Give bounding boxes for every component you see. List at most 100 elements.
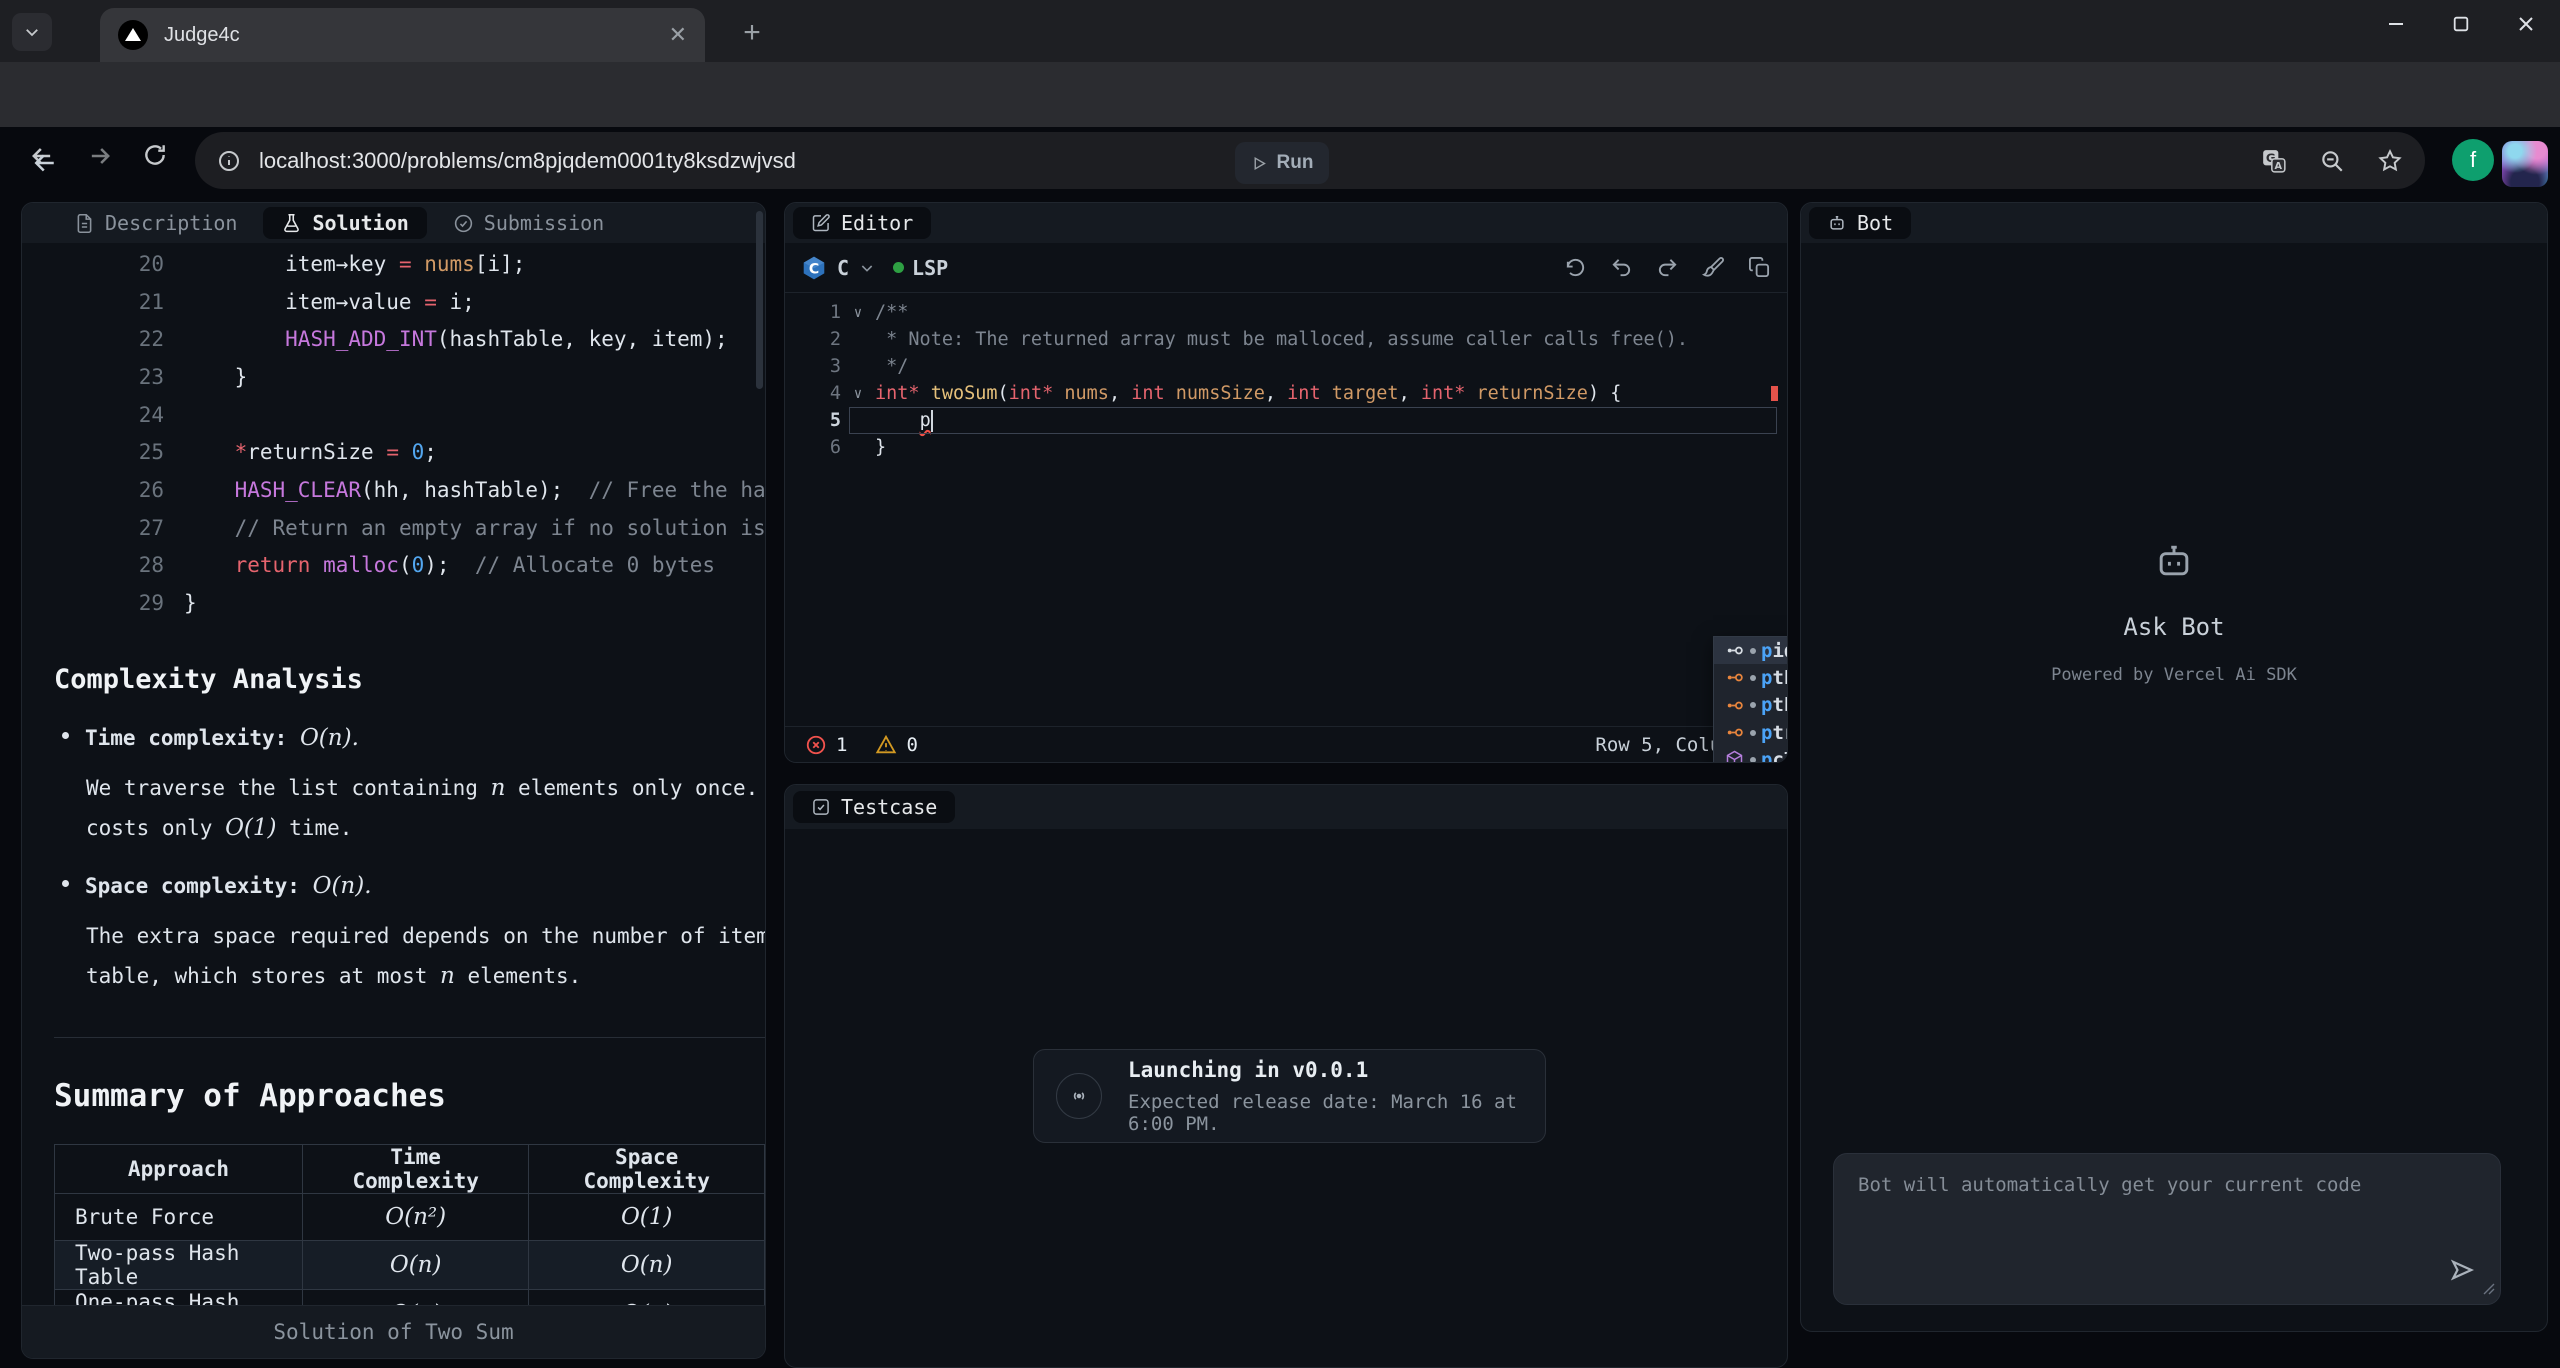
language-selector[interactable]: C [837,256,875,280]
table-cell: O(n²) [303,1193,529,1240]
window-minimize-button[interactable] [2386,14,2406,34]
resize-grip-icon[interactable] [2483,1280,2495,1299]
code-token: p [920,410,931,431]
autocomplete-item[interactable]: pthread_t [1714,692,1788,719]
tab-close-icon[interactable]: ✕ [669,22,687,48]
tab-submission[interactable]: Submission [435,207,622,239]
error-ruler-mark [1771,386,1778,401]
bookmark-star-icon[interactable] [2377,148,2403,174]
run-button[interactable]: Run [1235,142,1329,184]
page-back-button[interactable] [30,148,60,182]
robot-icon [1827,213,1847,233]
match-prefix: p [1761,640,1772,662]
code-line: 29} [22,584,765,622]
window-close-button[interactable] [2516,14,2536,34]
new-tab-button[interactable]: + [735,16,769,50]
function-icon [1722,749,1746,763]
browser-reload-button[interactable] [142,142,168,172]
code-token: = [424,290,437,314]
editor-code-line[interactable]: 4∨int* twoSum(int* nums, int numsSize, i… [785,380,1787,407]
complexity-body: Time complexity: O(n).We traverse the li… [54,725,765,991]
code-token: */ [875,356,908,377]
text-run: n [491,775,506,801]
autocomplete-item[interactable]: pclose(FILE *) [1714,746,1788,763]
window-maximize-button[interactable] [2452,15,2470,33]
column-header: Time Complexity [303,1144,529,1193]
tab-editor[interactable]: Editor [793,207,931,239]
editor-code-line[interactable]: 5 p [785,407,1787,434]
warning-count: 0 [906,734,917,756]
check-circle-icon [453,213,474,234]
tab-bot[interactable]: Bot [1809,207,1911,239]
code-token: 0 [412,440,425,464]
redo-button[interactable] [1656,256,1679,279]
editor-code-line[interactable]: 1∨/** [785,299,1787,326]
line-number: 3 [785,356,841,377]
problem-panel: Description Solution Submission 20 item→… [21,202,766,1359]
tab-solution[interactable]: Solution [263,207,426,239]
code-token: // Allocate 0 bytes [450,553,716,577]
translate-icon[interactable]: GA [2261,148,2287,174]
match-prefix: p [1761,667,1772,689]
autocomplete-item[interactable]: pthread_attr_t [1714,664,1788,691]
complexity-cell-value: O(n) [621,1252,673,1278]
reset-code-button[interactable] [1564,256,1587,279]
code-token: 0 [412,553,425,577]
line-number: 2 [785,329,841,350]
panel-scrollbar[interactable] [756,211,763,389]
code-token [1165,383,1176,404]
spacer [287,726,300,750]
code-text: */ [875,356,908,377]
browser-forward-button[interactable] [86,142,114,174]
undo-button[interactable] [1610,256,1633,279]
code-text: /** [875,302,908,323]
zoom-out-icon[interactable] [2319,148,2345,174]
code-token: ) { [1588,383,1621,404]
autocomplete-item[interactable]: pid_t [1714,637,1788,664]
editor-code-line[interactable]: 3 */ [785,353,1787,380]
checkbox-icon [811,797,831,817]
editor-panel: Editor C C LSP 1∨/**2 * Note: The return… [784,202,1788,763]
copy-code-button[interactable] [1748,256,1771,279]
code-line: 27 // Return an empty array if no soluti… [22,509,765,547]
broadcast-icon [1056,1073,1102,1119]
code-token: nums [1064,383,1109,404]
error-count: 1 [836,734,847,756]
line-number: 29 [22,591,164,615]
send-icon[interactable] [2448,1256,2476,1288]
code-token: ); [424,553,449,577]
fold-chevron-icon[interactable]: ∨ [841,305,875,321]
tab-description[interactable]: Description [56,207,255,239]
column-header: Space Complexity [529,1144,765,1193]
editor-code-line[interactable]: 2 * Note: The returned array must be mal… [785,326,1787,353]
line-number: 22 [22,327,164,351]
user-avatar[interactable] [2502,141,2548,187]
code-token [184,516,235,540]
browser-tab[interactable]: Judge4c ✕ [100,8,705,62]
code-token [412,252,425,276]
bot-message-input[interactable] [1834,1154,2500,1304]
browser-profile-avatar[interactable]: f [2452,139,2494,181]
error-icon [805,734,827,756]
tab-testcase[interactable]: Testcase [793,791,955,823]
code-text: } [875,437,886,458]
flask-icon [281,213,302,234]
editor-code-area[interactable]: 1∨/**2 * Note: The returned array must b… [785,293,1787,461]
item-bullet-icon [1750,675,1756,681]
fold-chevron-icon[interactable]: ∨ [841,386,875,402]
code-token: item→key [184,252,399,276]
launch-notice-title: Launching in v0.0.1 [1128,1058,1545,1082]
code-text: } [164,365,247,389]
site-info-icon[interactable] [217,149,241,173]
code-token: HASH_CLEAR [235,478,361,502]
text-run: The extra space required depends on the … [86,924,766,948]
complexity-label: Space complexity: [85,874,300,898]
editor-code-line[interactable]: 6} [785,434,1787,461]
format-code-button[interactable] [1702,256,1725,279]
typedef-icon [1722,640,1746,661]
code-token: returnSize [1477,383,1588,404]
complexity-bullet: Time complexity: O(n). [54,725,765,751]
autocomplete-item[interactable]: ptrdiff_t [1714,719,1788,746]
text-run: table, which stores at most [86,964,440,988]
tab-list-chevron-button[interactable] [12,13,52,51]
